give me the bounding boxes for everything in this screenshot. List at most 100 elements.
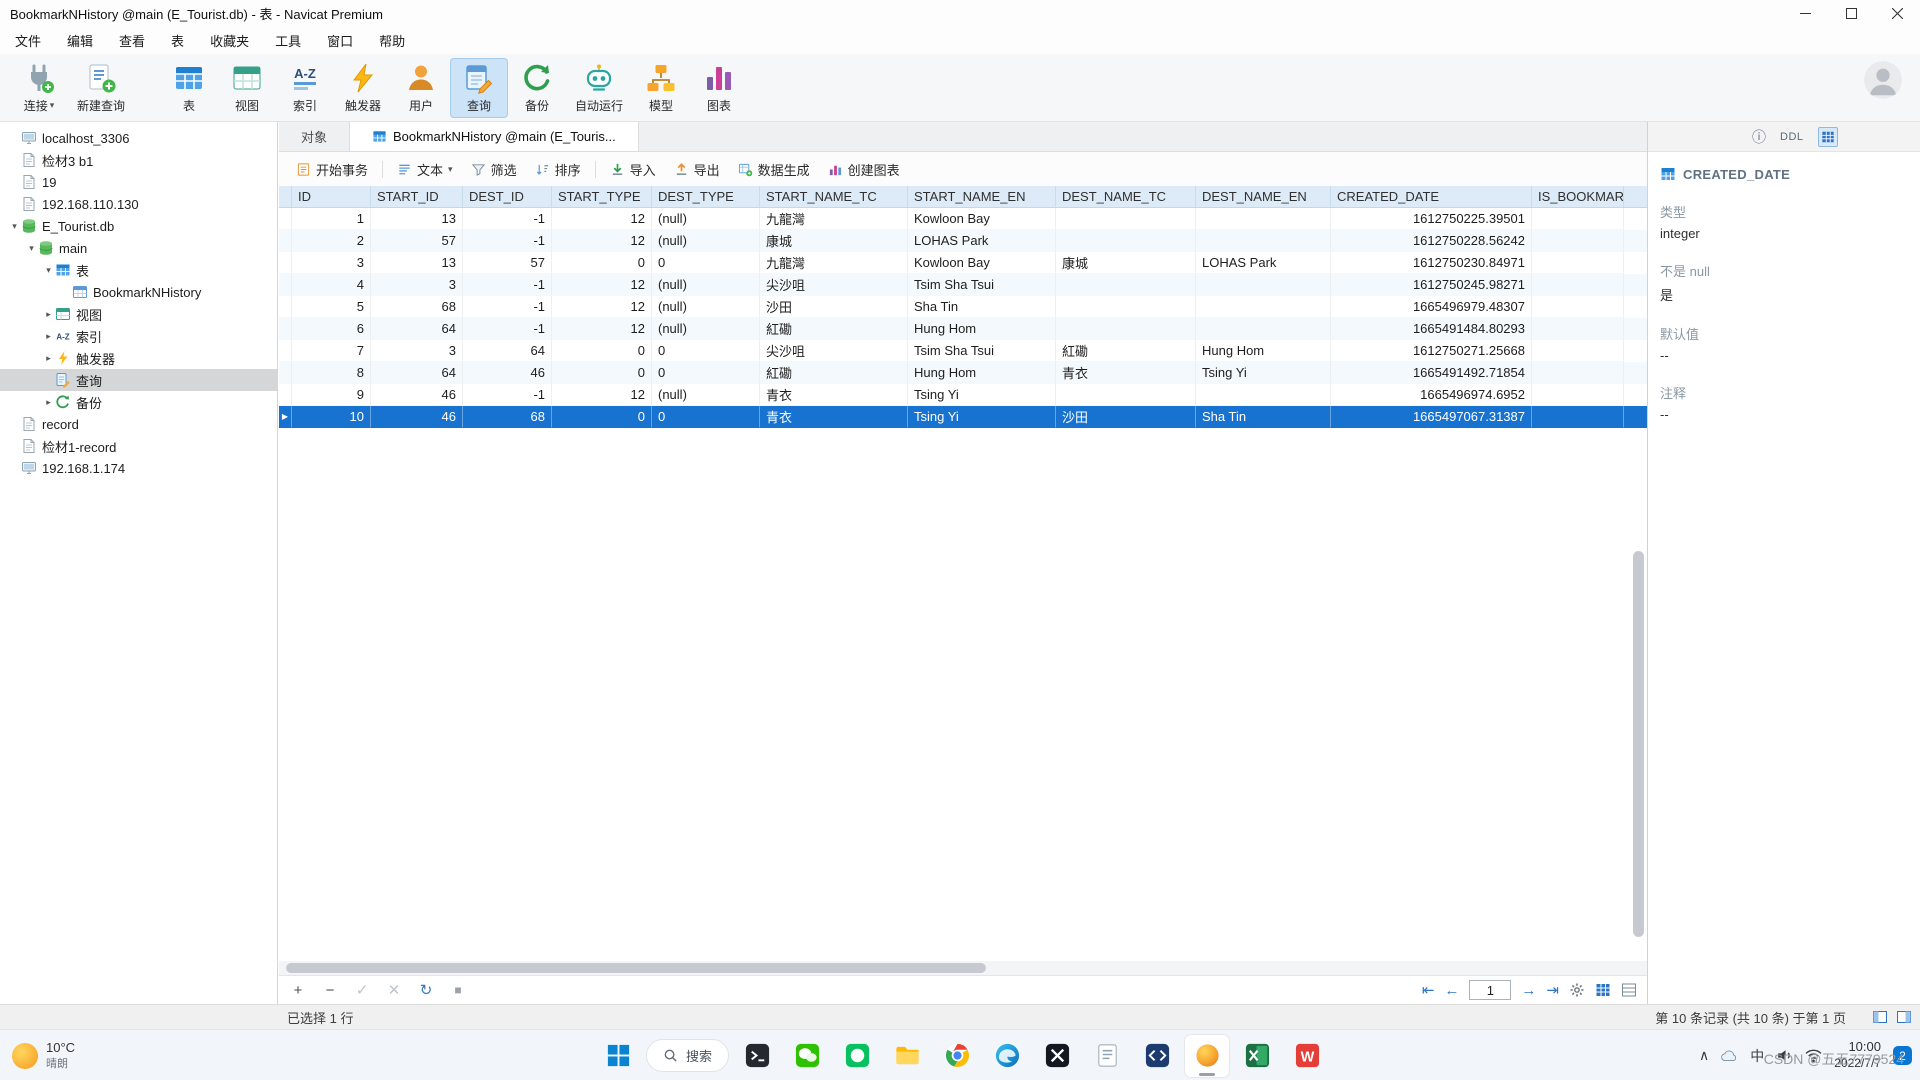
cell[interactable]: 紅磡 <box>1056 340 1196 362</box>
panel-left-toggle-icon[interactable] <box>1872 1009 1888 1025</box>
column-header-start_id[interactable]: START_ID <box>371 186 463 207</box>
cell[interactable]: Tsim Sha Tsui <box>908 340 1056 362</box>
cell[interactable]: 57 <box>463 252 552 274</box>
cell[interactable]: Kowloon Bay <box>908 208 1056 230</box>
chevron-down-icon[interactable]: ▾ <box>42 265 55 276</box>
cell[interactable]: (null) <box>652 274 760 296</box>
sidebar-item-jiancai1-record[interactable]: 检材1-record <box>0 435 277 457</box>
cell[interactable]: 0 <box>552 362 652 384</box>
cell[interactable]: 46 <box>371 406 463 428</box>
cell[interactable]: 57 <box>371 230 463 252</box>
cell[interactable]: 0 <box>552 406 652 428</box>
cell[interactable]: 尖沙咀 <box>760 340 908 362</box>
cell[interactable]: 1612750271.25668 <box>1331 340 1532 362</box>
cell[interactable] <box>1056 274 1196 296</box>
cell[interactable]: 0 <box>652 340 760 362</box>
cell[interactable]: 1612750228.56242 <box>1331 230 1532 252</box>
sidebar-item-record[interactable]: record <box>0 413 277 435</box>
sidebar-item-localhost-3306[interactable]: localhost_3306 <box>0 127 277 149</box>
cell[interactable]: 0 <box>652 406 760 428</box>
last-record-button[interactable]: ⇥ <box>1546 981 1559 999</box>
filter-button[interactable]: 筛选 <box>462 155 526 184</box>
form-view-icon[interactable] <box>1621 982 1637 998</box>
add-record-button[interactable]: + <box>289 982 307 999</box>
cell[interactable]: LOHAS Park <box>908 230 1056 252</box>
sidebar-item-main[interactable]: ▾main <box>0 237 277 259</box>
column-header-start_type[interactable]: START_TYPE <box>552 186 652 207</box>
cell[interactable] <box>1532 406 1624 428</box>
cell[interactable] <box>1532 274 1624 296</box>
cell[interactable]: 46 <box>371 384 463 406</box>
avatar[interactable] <box>1864 61 1902 99</box>
chevron-right-icon[interactable]: ▸ <box>42 397 55 408</box>
panel-right-toggle-icon[interactable] <box>1896 1009 1912 1025</box>
table-row[interactable]: 113-112(null)九龍灣Kowloon Bay1612750225.39… <box>279 208 1647 230</box>
sidebar-item-views[interactable]: ▸视图 <box>0 303 277 325</box>
navicat-taskbar-button[interactable] <box>1185 1035 1229 1077</box>
cell[interactable]: 沙田 <box>760 296 908 318</box>
chevron-down-icon[interactable]: ▾ <box>8 221 21 232</box>
cell[interactable]: Kowloon Bay <box>908 252 1056 274</box>
table-row[interactable]: 8644600紅磡Hung Hom青衣Tsing Yi1665491492.71… <box>279 362 1647 384</box>
cell[interactable]: 1612750225.39501 <box>1331 208 1532 230</box>
chevron-right-icon[interactable]: ▸ <box>42 353 55 364</box>
cell[interactable]: Tsing Yi <box>908 384 1056 406</box>
cell[interactable]: 10 <box>292 406 371 428</box>
taskbar-search[interactable]: 搜索 <box>646 1039 729 1072</box>
toolbar-index-button[interactable]: A-Z索引 <box>276 58 334 118</box>
table-row[interactable]: 946-112(null)青衣Tsing Yi1665496974.6952 <box>279 384 1647 406</box>
cell[interactable]: 1665497067.31387 <box>1331 406 1532 428</box>
table-row[interactable]: 664-112(null)紅磡Hung Hom1665491484.80293 <box>279 318 1647 340</box>
chrome-taskbar-button[interactable] <box>935 1035 979 1077</box>
toolbar-automation-button[interactable]: 自动运行 <box>566 58 632 118</box>
next-record-button[interactable]: → <box>1521 982 1536 999</box>
page-input[interactable] <box>1469 980 1511 1000</box>
import-button[interactable]: 导入 <box>601 155 665 184</box>
cell[interactable]: 5 <box>292 296 371 318</box>
cell[interactable]: 13 <box>371 252 463 274</box>
cell[interactable]: 12 <box>552 274 652 296</box>
cell[interactable]: 青衣 <box>760 406 908 428</box>
cell[interactable]: 8 <box>292 362 371 384</box>
toolbar-new-query-button[interactable]: 新建查询 <box>68 58 134 118</box>
table-row[interactable]: ▶10466800青衣Tsing Yi沙田Sha Tin1665497067.3… <box>279 406 1647 428</box>
delete-record-button[interactable]: − <box>321 982 339 999</box>
cell[interactable]: 康城 <box>1056 252 1196 274</box>
cell[interactable]: 0 <box>552 252 652 274</box>
cell[interactable]: 紅磡 <box>760 362 908 384</box>
cell[interactable]: 12 <box>552 208 652 230</box>
excel-taskbar-button[interactable] <box>1235 1035 1279 1077</box>
cell[interactable]: 3 <box>371 340 463 362</box>
ddl-button[interactable]: DDL <box>1780 131 1804 143</box>
menu-file[interactable]: 文件 <box>2 27 54 54</box>
toolbar-chart-button[interactable]: 图表 <box>690 58 748 118</box>
menu-view[interactable]: 查看 <box>106 27 158 54</box>
tab-table-tab[interactable]: BookmarkNHistory @main (E_Touris... <box>349 122 639 151</box>
toolbar-connection-button[interactable]: 连接▾ <box>10 58 68 118</box>
cell[interactable]: (null) <box>652 296 760 318</box>
weather-widget[interactable]: 10°C 晴朗 <box>12 1030 75 1080</box>
notes-taskbar-button[interactable] <box>1085 1035 1129 1077</box>
cell[interactable]: 九龍灣 <box>760 252 908 274</box>
cell[interactable] <box>1532 318 1624 340</box>
column-header-start_name_en[interactable]: START_NAME_EN <box>908 186 1056 207</box>
chevron-down-icon[interactable]: ▾ <box>25 243 38 254</box>
cell[interactable]: Tsing Yi <box>908 406 1056 428</box>
tab-objects[interactable]: 对象 <box>279 122 349 151</box>
cell[interactable]: 64 <box>371 318 463 340</box>
cell[interactable] <box>1196 274 1331 296</box>
cell[interactable]: 68 <box>463 406 552 428</box>
grid-info-view-button[interactable] <box>1818 127 1838 147</box>
vertical-scrollbar[interactable] <box>1633 551 1644 937</box>
cell[interactable] <box>1532 296 1624 318</box>
cell[interactable]: Sha Tin <box>908 296 1056 318</box>
cell[interactable]: 13 <box>371 208 463 230</box>
cell[interactable] <box>1532 252 1624 274</box>
toolbar-table-button[interactable]: 表 <box>160 58 218 118</box>
cell[interactable]: Hung Hom <box>1196 340 1331 362</box>
x-app-taskbar-button[interactable] <box>1035 1035 1079 1077</box>
cell[interactable]: 64 <box>371 362 463 384</box>
cell[interactable]: -1 <box>463 230 552 252</box>
cell[interactable]: (null) <box>652 208 760 230</box>
cell[interactable]: 68 <box>371 296 463 318</box>
